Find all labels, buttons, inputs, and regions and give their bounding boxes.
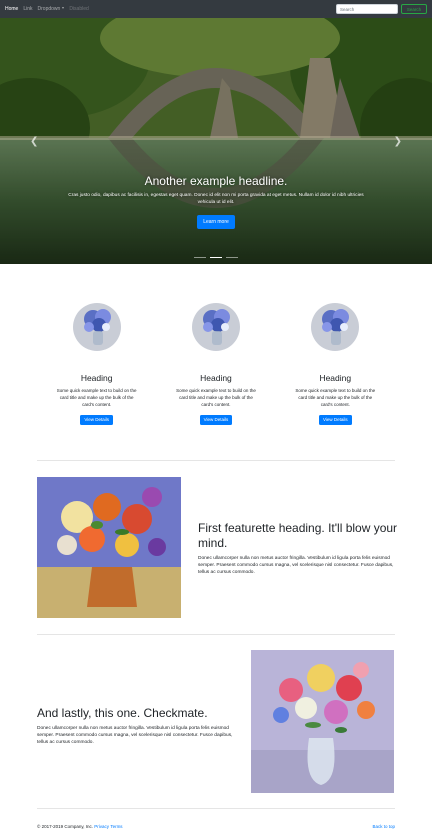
carousel-caption: Another example headline. Cras justo odi… [0,174,432,229]
carousel-next-control[interactable]: ❯ [394,136,402,147]
view-details-button[interactable]: View Details [199,414,233,425]
featurette-heading: And lastly, this one. Checkmate. [37,706,208,720]
marketing-row: Heading Some quick example text to build… [37,303,395,426]
navbar: Home Link Dropdown Disabled Search [0,0,432,18]
search-input[interactable] [336,4,398,14]
nav-dropdown-label: Dropdown [37,6,61,12]
featurette-divider [37,460,395,461]
marketing-heading: Heading [200,373,232,383]
carousel-indicators [0,256,432,258]
flower-vase-thumbnail [191,303,240,351]
featurette-2-text: And lastly, this one. Checkmate. Donec u… [37,706,237,746]
marketing-text: Some quick example text to build on the … [176,388,256,407]
view-details-button[interactable]: View Details [80,414,113,425]
marketing-text: Some quick example text to build on the … [56,388,137,407]
featurette-body: Donec ullamcorper nulla non metus auctor… [198,556,394,575]
learn-more-button[interactable]: Learn more [197,215,235,229]
search-form: Search [336,4,427,14]
footer: © 2017-2019 Company, Inc. Privacy Terms … [37,824,395,829]
flower-vase-thumbnail [311,303,360,351]
marketing-column: Heading Some quick example text to build… [37,303,156,426]
footer-divider [37,808,395,809]
back-to-top-link[interactable]: Back to top [372,824,395,829]
marketing-text: Some quick example text to build on the … [295,388,376,407]
flower-vase-painting-image [251,650,394,793]
carousel-indicator-active[interactable] [210,256,222,258]
featurette-body: Donec ullamcorper nulla non metus auctor… [37,726,233,745]
nav-disabled-link: Disabled [69,6,89,12]
view-details-button[interactable]: View Details [318,414,352,425]
featurette-1-text: First featurette heading. It'll blow you… [198,521,398,576]
featurette-heading: First featurette heading. It'll blow you… [198,521,398,550]
carousel-text: Cras justo odio, dapibus ac facilisis in… [68,193,364,205]
marketing-heading: Heading [319,373,352,383]
flower-vase-thumbnail [72,303,121,351]
marketing-column: Heading Some quick example text to build… [276,303,395,426]
footer-copyright: © 2017-2019 Company, Inc. [37,824,94,829]
terms-link[interactable]: Terms [110,824,122,829]
privacy-link[interactable]: Privacy [94,824,109,829]
flower-painting-image [37,477,181,618]
caret-down-icon [62,7,65,9]
hero-carousel: ❮ ❯ Another example headline. Cras justo… [0,18,432,264]
search-button[interactable]: Search [401,4,427,14]
carousel-headline: Another example headline. [144,174,288,188]
marketing-heading: Heading [80,373,113,383]
nav-link[interactable]: Link [23,6,32,12]
marketing-column: Heading Some quick example text to build… [156,303,275,426]
carousel-indicator[interactable] [194,256,206,258]
carousel-indicator[interactable] [226,256,238,258]
nav-dropdown[interactable]: Dropdown [38,6,65,12]
carousel-prev-control[interactable]: ❮ [30,136,38,147]
nav-home-link[interactable]: Home [5,6,18,12]
featurette-divider [37,634,395,635]
